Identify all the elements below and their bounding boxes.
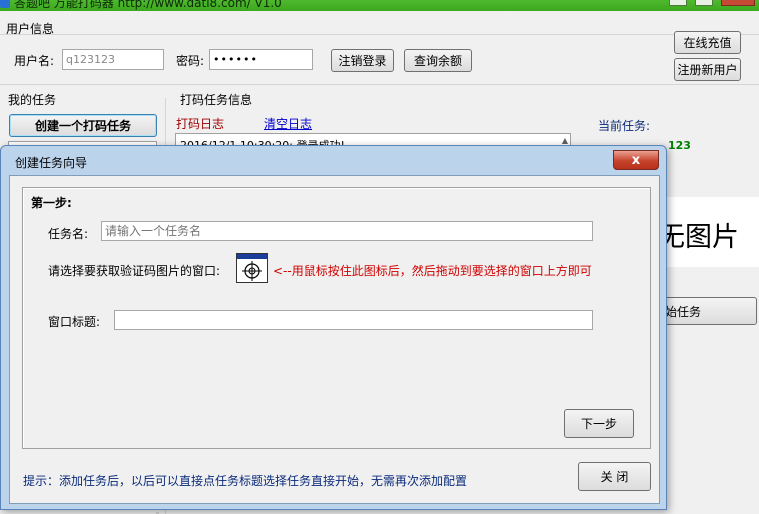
password-field[interactable] — [209, 49, 313, 70]
current-task-label: 当前任务: — [598, 119, 651, 133]
logout-button[interactable]: 注销登录 — [331, 49, 394, 72]
target-icon — [242, 261, 262, 281]
app-icon — [0, 0, 10, 8]
log-tab[interactable]: 打码日志 — [176, 115, 224, 132]
crosshair-drag-icon[interactable] — [236, 253, 268, 283]
no-image-text: 无图片 — [658, 222, 739, 253]
dialog-title: 创建任务向导 — [15, 156, 88, 170]
dialog-close-button[interactable]: 关 闭 — [578, 462, 651, 491]
maximize-button[interactable] — [695, 0, 713, 6]
window-title-input[interactable] — [114, 310, 593, 330]
main-window-title: 答题吧 万能打码器 http://www.dati8.com/ V1.0 — [14, 0, 282, 10]
task-name-label: 任务名: — [48, 227, 89, 241]
create-task-button[interactable]: 创建一个打码任务 — [9, 114, 157, 137]
window-title-label: 窗口标题: — [48, 315, 101, 329]
main-close-button[interactable] — [721, 0, 755, 6]
drag-hint: <--用鼠标按住此图标后，然后拖动到要选择的窗口上方即可 — [273, 264, 592, 278]
current-task-value: 123 — [668, 139, 691, 152]
username-field[interactable] — [62, 49, 164, 70]
step-group: 第一步: 任务名: 请选择要获取验证码图片的窗口: <--用鼠标按住此图标后，然… — [22, 187, 651, 449]
recharge-button[interactable]: 在线充值 — [674, 31, 741, 54]
divider — [0, 84, 759, 85]
user-info-top-line — [0, 34, 759, 35]
start-task-button[interactable]: 始任务 — [660, 297, 757, 325]
clear-log-link[interactable]: 清空日志 — [264, 115, 312, 132]
user-info-group-label: 用户信息 — [6, 22, 55, 36]
create-task-dialog: 创建任务向导 x 第一步: 任务名: 请选择要获取验证码图片的窗口: <--用鼠… — [0, 145, 667, 510]
dialog-tip: 提示：添加任务后，以后可以直接点任务标题选择任务直接开始，无需再次添加配置 — [23, 474, 468, 488]
username-label: 用户名: — [14, 54, 55, 68]
captcha-image-area: 无图片 — [658, 197, 759, 267]
register-button[interactable]: 注册新用户 — [674, 58, 741, 81]
main-title-bar: 答题吧 万能打码器 http://www.dati8.com/ V1.0 — [0, 0, 759, 11]
task-info-group-label: 打码任务信息 — [180, 93, 253, 107]
select-window-label: 请选择要获取验证码图片的窗口: — [48, 264, 221, 278]
minimize-button[interactable] — [669, 0, 687, 6]
log-scroll-up-icon[interactable]: ▲ — [562, 136, 568, 145]
task-name-input[interactable] — [101, 221, 593, 241]
dialog-close-icon[interactable]: x — [613, 150, 659, 170]
query-balance-button[interactable]: 查询余额 — [404, 49, 472, 72]
step-label: 第一步: — [31, 196, 72, 210]
dialog-body: 第一步: 任务名: 请选择要获取验证码图片的窗口: <--用鼠标按住此图标后，然… — [9, 175, 660, 504]
my-tasks-group-label: 我的任务 — [8, 93, 57, 107]
password-label: 密码: — [176, 54, 205, 68]
next-step-button[interactable]: 下一步 — [564, 409, 634, 438]
